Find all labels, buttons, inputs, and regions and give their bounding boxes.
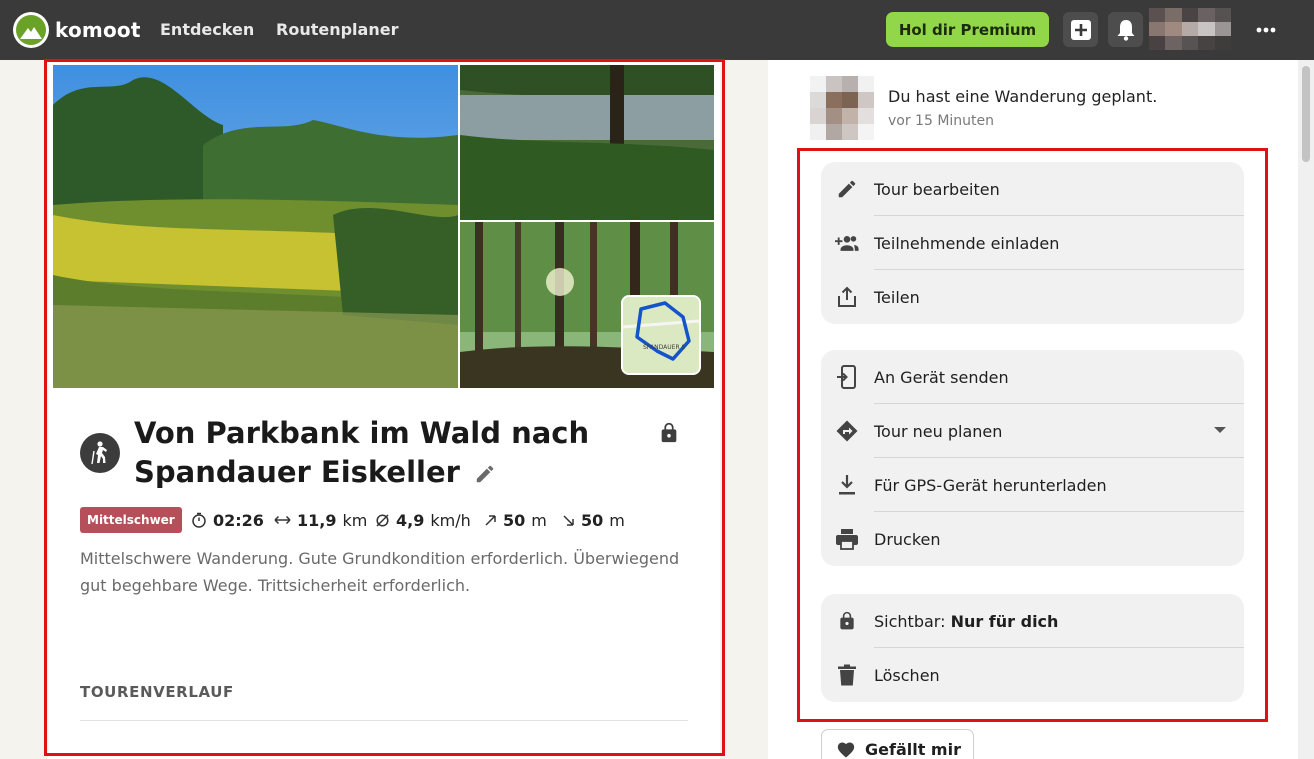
user-avatar[interactable] <box>1149 8 1231 50</box>
stat-distance: 11,9 km <box>274 509 367 531</box>
menu-item-invite-participants[interactable]: Teilnehmende einladen <box>821 216 1244 270</box>
komoot-logo-icon <box>13 12 49 48</box>
menu-item-replan-tour[interactable]: Tour neu planen <box>821 404 1244 458</box>
like-button[interactable]: Gefällt mir <box>821 729 974 759</box>
tour-title: Von Parkbank im Wald nach Spandauer Eisk… <box>134 416 590 489</box>
tour-photo-meadow[interactable] <box>53 65 458 388</box>
bell-icon <box>1117 19 1134 41</box>
difficulty-badge: Mittelschwer <box>80 507 182 533</box>
menu-item-send-to-device[interactable]: An Gerät senden <box>821 350 1244 404</box>
stat-descent: 50 m <box>562 509 625 531</box>
stat-ascent: 50 m <box>484 509 547 531</box>
edit-title-icon[interactable] <box>474 463 496 485</box>
menu-item-delete[interactable]: Löschen <box>821 648 1244 702</box>
menu-item-edit-tour[interactable]: Tour bearbeiten <box>821 162 1244 216</box>
lock-icon <box>835 609 859 633</box>
stat-speed: 4,9 km/h <box>375 509 471 531</box>
descent-arrow-icon <box>563 514 574 526</box>
menu-item-share[interactable]: Teilen <box>821 270 1244 324</box>
pencil-icon <box>835 177 859 201</box>
notifications-button[interactable] <box>1108 12 1143 47</box>
activity-timestamp: vor 15 Minuten <box>888 113 995 129</box>
download-icon <box>835 473 859 497</box>
more-options-button[interactable] <box>1250 14 1282 46</box>
menu-group-export: An Gerät senden Tour neu planen Für GPS-… <box>821 350 1244 566</box>
premium-button[interactable]: Hol dir Premium <box>886 12 1049 47</box>
send-to-device-icon <box>835 365 859 389</box>
printer-icon <box>835 527 859 551</box>
section-divider <box>80 720 688 721</box>
private-lock-icon <box>658 421 680 449</box>
trash-icon <box>835 663 859 687</box>
stat-duration: 02:26 <box>191 509 264 531</box>
nav-link-entdecken[interactable]: Entdecken <box>160 20 254 39</box>
ascent-arrow-icon <box>485 514 496 526</box>
top-nav: komoot Entdecken Routenplaner Hol dir Pr… <box>0 0 1314 60</box>
nav-link-routenplaner[interactable]: Routenplaner <box>276 20 398 39</box>
tour-route-heading: TOURENVERLAUF <box>80 683 234 701</box>
tour-description: Mittelschwere Wanderung. Gute Grundkondi… <box>80 549 680 595</box>
menu-item-visibility[interactable]: Sichtbar: Nur für dich <box>821 594 1244 648</box>
distance-arrows-icon <box>274 515 291 525</box>
create-button[interactable] <box>1063 12 1098 47</box>
menu-group-settings: Sichtbar: Nur für dich Löschen <box>821 594 1244 702</box>
route-map-thumbnail[interactable]: SPANDAUER S <box>621 295 701 375</box>
tour-photo-lake[interactable] <box>460 65 714 220</box>
average-speed-icon <box>376 513 389 527</box>
brand-name: komoot <box>55 18 141 42</box>
menu-item-download-gps[interactable]: Für GPS-Gerät herunterladen <box>821 458 1244 512</box>
add-people-icon <box>835 231 859 255</box>
activity-user-avatar[interactable] <box>810 76 874 140</box>
komoot-logo[interactable]: komoot <box>13 12 141 48</box>
menu-group-edit: Tour bearbeiten Teilnehmende einladen Te… <box>821 162 1244 324</box>
page-scrollbar[interactable] <box>1298 60 1314 759</box>
menu-item-print[interactable]: Drucken <box>821 512 1244 566</box>
map-label: SPANDAUER S <box>643 344 686 351</box>
share-icon <box>835 285 859 309</box>
stopwatch-icon <box>192 512 206 528</box>
activity-message: Du hast eine Wanderung geplant. <box>888 87 1158 106</box>
chevron-down-icon[interactable] <box>1214 426 1226 434</box>
hiking-sport-icon <box>80 433 120 473</box>
directions-icon <box>835 419 859 443</box>
heart-icon <box>837 742 855 758</box>
plus-square-icon <box>1070 19 1091 40</box>
more-dots-icon <box>1256 27 1276 33</box>
scrollbar-thumb[interactable] <box>1302 66 1310 162</box>
